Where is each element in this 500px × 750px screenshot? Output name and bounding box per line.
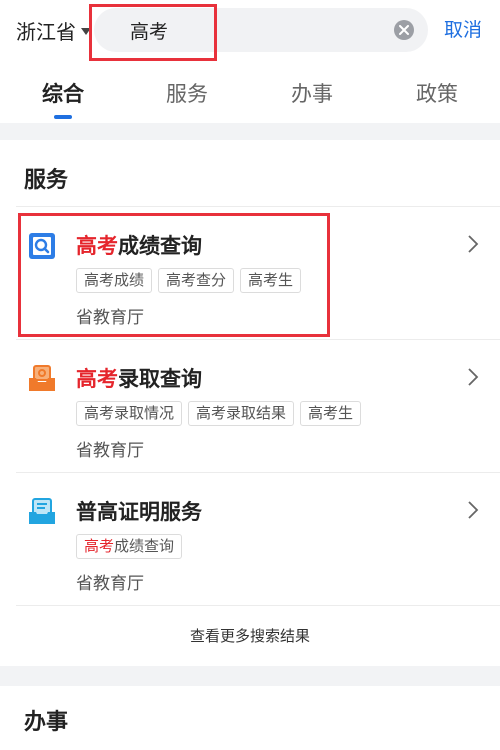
active-tab-indicator <box>54 115 72 119</box>
affairs-section: 办事 <box>0 686 500 750</box>
tag-list: 高考录取情况 高考录取结果 高考生 <box>76 401 362 426</box>
search-header: 浙江省 取消 综合 服务 办事 政策 <box>0 0 500 123</box>
tag[interactable]: 高考录取情况 <box>76 401 183 426</box>
service-item-title: 普高证明服务 <box>76 496 202 526</box>
chevron-right-icon <box>468 368 479 386</box>
annotation-highlight-box <box>89 4 217 61</box>
tab-affairs[interactable]: 办事 <box>291 78 333 108</box>
region-selector[interactable]: 浙江省 <box>16 16 91 44</box>
chevron-right-icon <box>468 235 479 253</box>
title-text: 普高证明服务 <box>76 500 202 524</box>
tab-bar: 综合 服务 办事 政策 <box>0 70 500 120</box>
keyword-highlight: 高考 <box>76 367 118 391</box>
department-label: 省教育厅 <box>76 574 144 594</box>
tag[interactable]: 高考成绩查询 <box>76 534 183 559</box>
tag-list: 高考成绩查询 <box>76 534 183 559</box>
department-label: 省教育厅 <box>76 441 144 461</box>
service-item-certificate[interactable]: 普高证明服务 高考成绩查询 省教育厅 <box>0 472 500 605</box>
annotation-highlight-box <box>18 213 330 337</box>
clear-search-icon[interactable] <box>394 20 414 40</box>
inbox-tray-icon <box>29 365 55 391</box>
more-results-link[interactable]: 查看更多搜索结果 <box>0 625 500 646</box>
tab-policy[interactable]: 政策 <box>416 78 458 108</box>
tag[interactable]: 高考生 <box>300 401 362 426</box>
title-text: 录取查询 <box>118 367 202 391</box>
services-section: 服务 高考成绩查询 高考成绩 高考查分 高考生 省教育厅 高考录取查询 高考录取… <box>0 140 500 666</box>
section-title: 服务 <box>24 168 69 193</box>
service-item-title: 高考录取查询 <box>76 363 202 393</box>
tab-services[interactable]: 服务 <box>166 78 208 108</box>
divider <box>16 605 500 606</box>
certificate-tray-icon <box>29 498 55 524</box>
tab-comprehensive[interactable]: 综合 <box>42 78 84 108</box>
chevron-right-icon <box>468 501 479 519</box>
region-label: 浙江省 <box>16 19 76 44</box>
cancel-button[interactable]: 取消 <box>444 16 482 44</box>
tag[interactable]: 高考录取结果 <box>188 401 295 426</box>
service-item-admission-query[interactable]: 高考录取查询 高考录取情况 高考录取结果 高考生 省教育厅 <box>0 339 500 472</box>
section-title: 办事 <box>24 710 69 735</box>
